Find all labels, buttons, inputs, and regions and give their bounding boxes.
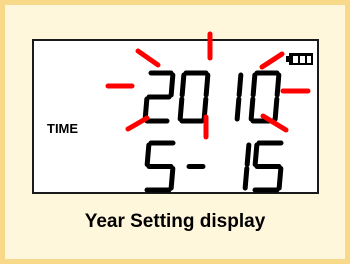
- year-digit: [142, 70, 176, 124]
- year-digit: [248, 70, 282, 124]
- lcd-segment: [244, 142, 252, 167]
- lcd-segment: [274, 72, 282, 98]
- lcd-segment: [252, 142, 260, 167]
- lcd-segment: [168, 166, 176, 191]
- year-digit: [177, 70, 211, 124]
- battery-full-icon: [286, 53, 313, 65]
- lcd-segment: [242, 166, 250, 191]
- day-digit: [242, 142, 252, 191]
- lcd-segment: [250, 72, 258, 98]
- lcd-segment: [234, 96, 242, 122]
- lcd-segment: [248, 96, 256, 122]
- lcd-segment: [203, 72, 211, 98]
- month-digit: [144, 140, 176, 193]
- lcd-segment: [179, 72, 187, 98]
- figure-caption: Year Setting display: [84, 211, 266, 232]
- lcd-segment: [276, 166, 284, 191]
- year-digit: [234, 72, 244, 122]
- lcd-segment: [144, 142, 152, 167]
- date-digits: [144, 140, 284, 193]
- lcd-segment: [272, 96, 280, 122]
- lcd-segment: [168, 72, 176, 98]
- lcd-segment: [177, 96, 185, 122]
- day-digit: [252, 140, 284, 193]
- year-digits: [142, 70, 282, 124]
- lcd-segment: [236, 72, 244, 98]
